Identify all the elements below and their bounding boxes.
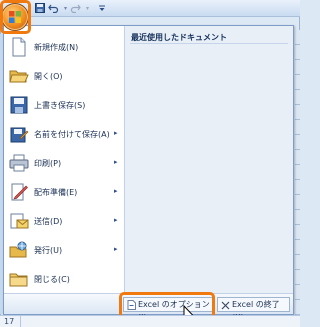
open-folder-icon — [9, 66, 29, 86]
menu-item-save[interactable]: 上書き保存(S) — [6, 92, 121, 118]
recent-documents-title: 最近使用したドキュメント — [131, 33, 227, 42]
menu-item-label: 送信(D) — [34, 217, 63, 226]
redo-dropdown-icon[interactable]: ▾ — [82, 3, 93, 14]
menu-item-label: 配布準備(E) — [34, 188, 78, 197]
menu-item-label: 新規作成(N) — [34, 43, 79, 52]
office-button-highlight — [0, 0, 31, 34]
menu-item-print[interactable]: 印刷(P) ▸ — [6, 150, 121, 176]
office-menu-commands: 新規作成(N) 開く(O) 上書き保存(S) 名前を付けて保存(A) ▸ 印刷(… — [4, 30, 123, 293]
new-document-icon — [9, 37, 29, 57]
menu-item-label: 名前を付けて保存(A) — [34, 130, 110, 139]
menu-item-prepare[interactable]: 配布準備(E) ▸ — [6, 179, 121, 205]
submenu-arrow-icon: ▸ — [114, 158, 118, 166]
submenu-arrow-icon: ▸ — [114, 245, 118, 253]
menu-item-label: 閉じる(C) — [34, 275, 70, 284]
recent-documents-panel: 最近使用したドキュメント — [124, 26, 293, 293]
office-menu: 新規作成(N) 開く(O) 上書き保存(S) 名前を付けて保存(A) ▸ 印刷(… — [3, 25, 294, 322]
menu-item-new[interactable]: 新規作成(N) — [6, 34, 121, 60]
menu-item-send[interactable]: 送信(D) ▸ — [6, 208, 121, 234]
menu-item-label: 印刷(P) — [34, 159, 62, 168]
row-header-divider — [20, 316, 21, 327]
menu-item-publish[interactable]: 発行(U) ▸ — [6, 237, 121, 263]
save-disk-icon — [9, 95, 29, 115]
prepare-icon — [9, 182, 29, 202]
save-icon[interactable] — [34, 3, 45, 14]
undo-icon[interactable] — [48, 3, 59, 14]
menu-item-open[interactable]: 開く(O) — [6, 63, 121, 89]
submenu-arrow-icon: ▸ — [114, 187, 118, 195]
publish-icon — [9, 240, 29, 260]
submenu-arrow-icon: ▸ — [114, 216, 118, 224]
menu-item-label: 開く(O) — [34, 72, 63, 81]
menu-item-label: 発行(U) — [34, 246, 63, 255]
exit-excel-button[interactable]: Excel の終了(X) — [217, 297, 290, 322]
printer-icon — [9, 153, 29, 173]
worksheet-row-strip: 17 — [0, 315, 300, 327]
menu-item-label: 上書き保存(S) — [34, 101, 86, 110]
menu-item-close[interactable]: 閉じる(C) — [6, 266, 121, 292]
menu-item-save-as[interactable]: 名前を付けて保存(A) ▸ — [6, 121, 121, 147]
redo-icon[interactable] — [70, 3, 81, 14]
worksheet-edge — [295, 30, 300, 315]
close-folder-icon — [9, 269, 29, 289]
dropdown-arrow-icon[interactable] — [96, 3, 107, 14]
send-mail-icon — [9, 211, 29, 231]
row-number: 17 — [4, 317, 15, 326]
recent-documents-divider — [130, 43, 288, 44]
save-as-icon — [9, 124, 29, 144]
close-x-icon — [221, 300, 230, 310]
quick-access-toolbar: ▾ ▾ — [0, 0, 300, 17]
submenu-arrow-icon: ▸ — [114, 129, 118, 137]
